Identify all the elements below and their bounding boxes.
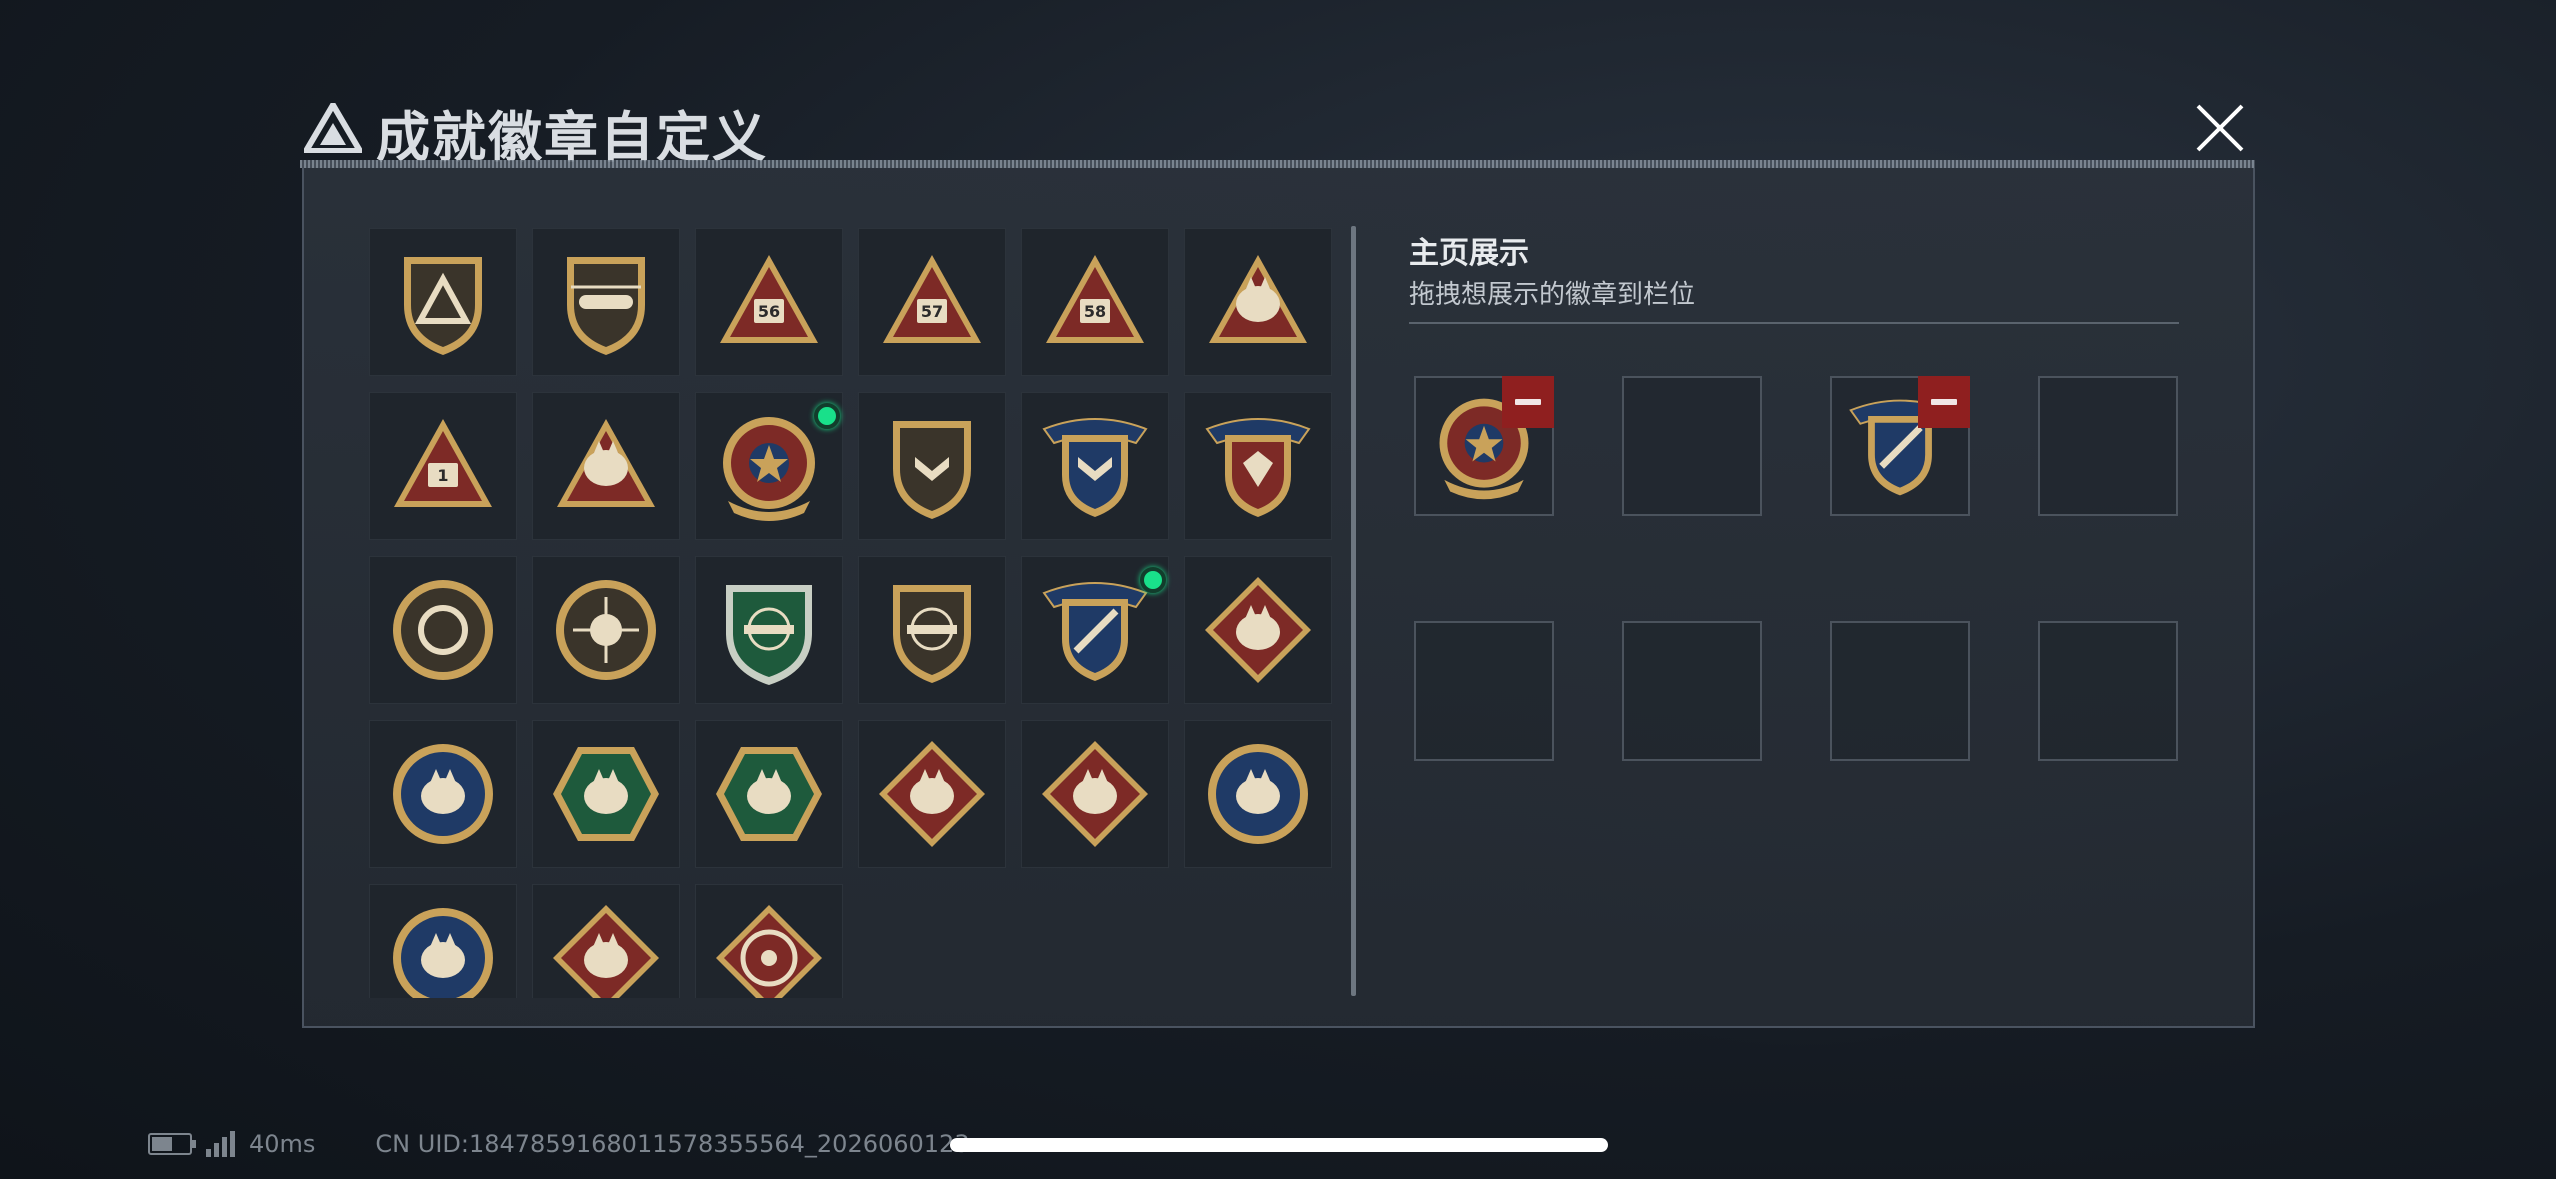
wasp-hexagon-alt-badge-icon	[716, 747, 822, 841]
badge-cell[interactable]	[858, 720, 1006, 868]
showcase-slot[interactable]	[1622, 376, 1762, 516]
remove-badge-button[interactable]	[1918, 376, 1970, 428]
badge-cell[interactable]	[858, 392, 1006, 540]
svg-text:1: 1	[437, 466, 448, 485]
wolf-round-badge-icon	[393, 908, 493, 998]
showcase-slot[interactable]	[2038, 621, 2178, 761]
badge-cell[interactable]	[1021, 392, 1169, 540]
badge-cell[interactable]	[1184, 720, 1332, 868]
eagle-round-badge-icon	[393, 744, 493, 844]
badge-cell[interactable]	[1021, 720, 1169, 868]
close-button[interactable]	[2192, 100, 2248, 156]
badge-cell[interactable]	[695, 720, 843, 868]
showcase-slot[interactable]	[1622, 621, 1762, 761]
badge-cell[interactable]	[369, 228, 517, 376]
star-medal-badge-icon	[723, 417, 815, 521]
lynx-round-badge-icon	[1208, 744, 1308, 844]
badge-cell[interactable]	[532, 556, 680, 704]
scrollbar[interactable]	[1351, 226, 1356, 996]
status-bar: 40ms CN UID:1847859168011578355564_20260…	[148, 1124, 970, 1164]
badge-cell[interactable]	[1184, 392, 1332, 540]
title-divider	[300, 160, 2255, 168]
wasp-hexagon-badge-icon	[553, 747, 659, 841]
helicopter-shield-badge-icon	[567, 257, 645, 355]
badge-cell[interactable]: 1	[369, 392, 517, 540]
ring-round-badge-icon	[393, 580, 493, 680]
new-badge-dot	[814, 403, 840, 429]
triangle-nest-badge-icon	[1209, 255, 1307, 343]
chevron-shield-badge-icon	[893, 421, 971, 519]
showcase-divider	[1409, 322, 2179, 324]
badge-cell[interactable]	[532, 720, 680, 868]
triangle-soldiers-badge-icon	[557, 419, 655, 507]
showcase-slot[interactable]	[1414, 376, 1554, 516]
battery-icon	[148, 1133, 196, 1155]
badge-cell[interactable]	[369, 884, 517, 998]
badge-panel: 56 57 58 1 主页展示 拖拽想展示的徽章到栏位	[302, 168, 2255, 1028]
uid-text: CN UID:1847859168011578355564_2026060123	[375, 1130, 970, 1158]
showcase-subtitle: 拖拽想展示的徽章到栏位	[1409, 280, 1696, 310]
delta-triangle-logo-icon	[304, 103, 362, 153]
badge-cell[interactable]	[695, 392, 843, 540]
svg-text:56: 56	[758, 302, 780, 321]
badge-cell[interactable]	[532, 228, 680, 376]
new-badge-dot	[1140, 567, 1166, 593]
svg-text:58: 58	[1084, 302, 1106, 321]
close-icon	[2196, 104, 2244, 152]
showcase-slots	[1414, 376, 2184, 776]
ping-value: 40ms	[249, 1130, 316, 1158]
badge-cell[interactable]	[369, 720, 517, 868]
title-bar: 成就徽章自定义	[300, 85, 2255, 169]
delta-shield-badge-icon	[404, 257, 482, 355]
green-rifle-shield-badge-icon	[726, 585, 812, 685]
badge-cell[interactable]: 58	[1021, 228, 1169, 376]
showcase-slot[interactable]	[2038, 376, 2178, 516]
runner-diamond-badge-icon	[1042, 741, 1148, 847]
badge-cell[interactable]	[858, 556, 1006, 704]
gem-shield-badge-icon	[1205, 418, 1311, 517]
crosshair-round-badge-icon	[556, 580, 656, 680]
badge-cell[interactable]	[1021, 556, 1169, 704]
signal-icon	[206, 1131, 235, 1157]
triangle-57-badge-icon: 57	[883, 255, 981, 343]
dragon-diamond-badge-icon	[879, 741, 985, 847]
svg-text:57: 57	[921, 302, 943, 321]
winged-shield-badge-icon	[1042, 418, 1148, 517]
badge-cell[interactable]	[532, 884, 680, 998]
home-indicator[interactable]	[950, 1138, 1608, 1152]
showcase-slot[interactable]	[1830, 376, 1970, 516]
badge-cell[interactable]: 57	[858, 228, 1006, 376]
badge-cell[interactable]	[1184, 228, 1332, 376]
triangle-1-badge-icon: 1	[394, 419, 492, 507]
lizard-diamond-badge-icon	[553, 905, 659, 998]
badge-cell[interactable]	[695, 556, 843, 704]
remove-badge-button[interactable]	[1502, 376, 1554, 428]
wolf-diamond-badge-icon	[1205, 577, 1311, 683]
missile-shield-badge-icon	[1042, 582, 1148, 681]
badge-cell[interactable]	[695, 884, 843, 998]
pistol-shield-badge-icon	[893, 585, 971, 683]
minus-icon	[1515, 399, 1541, 405]
triangle-56-badge-icon: 56	[720, 255, 818, 343]
badge-cell[interactable]	[532, 392, 680, 540]
minus-icon	[1931, 399, 1957, 405]
showcase-slot[interactable]	[1830, 621, 1970, 761]
badge-cell[interactable]: 56	[695, 228, 843, 376]
badge-cell[interactable]	[369, 556, 517, 704]
showcase-title: 主页展示	[1409, 236, 1529, 271]
badge-cell[interactable]	[1184, 556, 1332, 704]
showcase-slot[interactable]	[1414, 621, 1554, 761]
triangle-58-badge-icon: 58	[1046, 255, 1144, 343]
badge-grid: 56 57 58 1	[369, 228, 1339, 998]
wheel-diamond-badge-icon	[716, 905, 822, 998]
